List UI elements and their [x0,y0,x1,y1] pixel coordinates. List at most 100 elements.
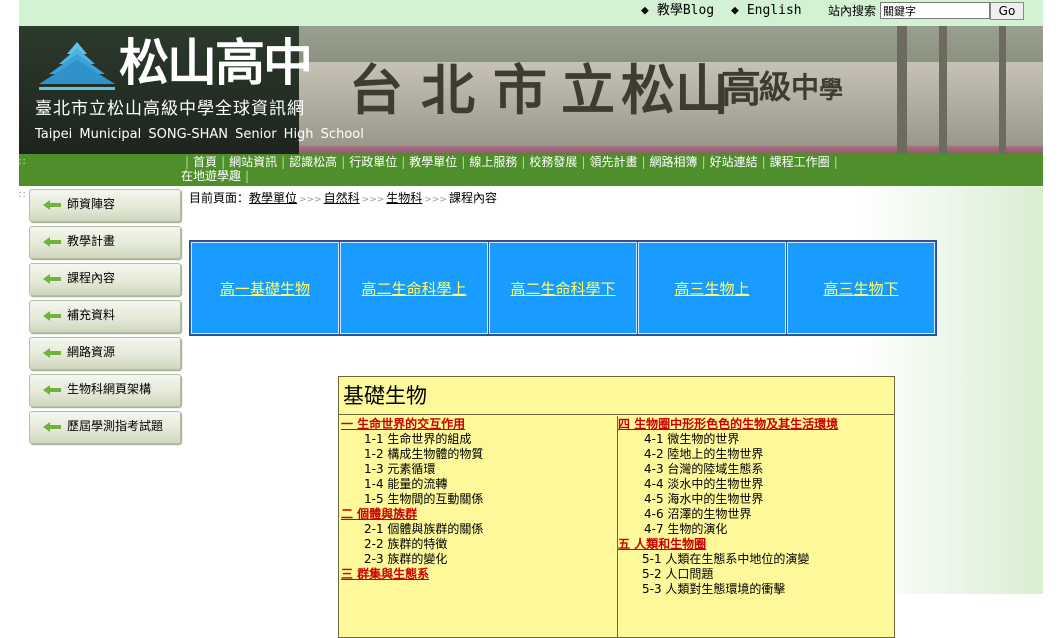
section-item: 1-4 能量的流轉 [364,477,448,491]
course-outline: 基礎生物 一 生命世界的交互作用 1-1 生命世界的組成 1-2 構成生物體的物… [338,376,895,638]
chapter-heading: 三 群集與生態系 [341,567,430,581]
sidebar-item-site-structure[interactable]: 生物科網頁架構 [29,374,181,407]
teaching-blog-label: 教學Blog [656,3,715,18]
nav-item-album[interactable]: 網路相簿 [650,155,698,169]
sidebar-item-label: 師資陣容 [67,197,116,211]
tab-cell: 高三生物上 [638,242,786,334]
nav-separator: | [221,155,226,169]
nav-item-curriculum[interactable]: 課程工作圈 [770,155,830,169]
section-item: 4-1 微生物的世界 [644,432,740,446]
banner-full-name: 臺北市立松山高級中學全球資訊網 [35,99,305,119]
search-input[interactable] [880,2,990,19]
nav-item-admin[interactable]: 行政單位 [349,155,397,169]
breadcrumb-separator: >>> [424,195,447,205]
nav-item-site-info[interactable]: 網站資訊 [229,155,277,169]
photo-text-char: 級 [759,68,792,106]
section-item: 2-2 族群的特徵 [364,537,448,551]
sidebar-item-course-content[interactable]: 課程內容 [29,263,181,296]
photo-tree [939,26,947,154]
nav-item-home[interactable]: 首頁 [193,155,217,169]
arrow-left-icon [43,311,61,321]
sidebar-item-label: 課程內容 [67,271,116,285]
section-item: 4-3 台灣的陸域生態系 [644,462,764,476]
sidebar-item-supplementary[interactable]: 補充資料 [29,300,181,333]
nav-item-development[interactable]: 校務發展 [529,155,577,169]
english-link[interactable]: ◆ English [731,3,802,19]
sidebar-item-teaching-plan[interactable]: 教學計畫 [29,226,181,259]
photo-text-char: 松 [621,58,675,122]
section-item: 4-6 沼澤的生物世界 [644,507,752,521]
photo-text-char: 高 [721,65,761,112]
section-item: 4-7 生物的演化 [644,522,728,536]
photo-text-char: 市 [493,58,547,122]
nav-separator: | [281,155,286,169]
nav-separator: | [245,169,250,183]
arrow-left-icon [43,200,61,210]
chapter-heading: 二 個體與族群 [341,507,418,521]
nav-separator: | [341,155,346,169]
nav-separator: | [581,155,586,169]
nav-item-local-study[interactable]: 在地遊學趣 [181,169,241,183]
photo-text-char: 北 [421,58,475,122]
teaching-blog-link[interactable]: ◆ 教學Blog [641,3,714,19]
main-nav: ∷ | 首頁 | 網站資訊 | 認識松高 | 行政單位 | 教學單位 | 線上服務 | 校務發展 | 領先計畫… [19,154,1043,186]
nav-item-leading-plan[interactable]: 領先計畫 [589,155,637,169]
arrow-left-icon [43,422,61,432]
breadcrumb-current: 課程內容 [448,191,497,205]
nav-list: | 首頁 | 網站資訊 | 認識松高 | 行政單位 | 教學單位 | 線上服務 | 校務發展 | 領先計畫 | 網… [181,155,881,183]
photo-text-char: 學 [819,75,843,104]
banner-photo: 台 北 市 立 松 山 高 級 中 學 [299,26,1043,154]
tab-life-science-1[interactable]: 高二生命科學上 [361,278,466,299]
arrow-left-icon [43,274,61,284]
nav-dots: ∷ [19,157,26,168]
nav-separator: | [833,155,838,169]
section-item: 4-2 陸地上的生物世界 [644,447,764,461]
breadcrumb-prefix: 目前頁面： [189,191,250,205]
nav-separator: | [401,155,406,169]
sidebar-item-past-exams[interactable]: 歷屆學測指考試題 [29,411,181,444]
tab-cell: 高二生命科學下 [489,242,637,334]
breadcrumb-separator: >>> [299,195,322,205]
nav-separator: | [521,155,526,169]
breadcrumb-science[interactable]: 自然科 [324,191,360,205]
tab-biology-3-2[interactable]: 高三生物下 [823,278,898,299]
diamond-bullet-icon: ◆ [731,3,739,18]
sidebar-item-label: 補充資料 [67,308,116,322]
breadcrumb-separator: >>> [361,195,385,205]
sidebar: 師資陣容 教學計畫 課程內容 補充資料 網路資源 生物科網頁架構 歷屆學測指考試… [29,189,181,448]
section-item: 4-5 海水中的生物世界 [644,492,764,506]
tab-life-science-2[interactable]: 高二生命科學下 [510,278,615,299]
section-item: 5-3 人類對生態環境的衝擊 [642,582,786,596]
section-item: 2-1 個體與族群的關係 [364,522,484,536]
chapter-heading: 五 人類和生物圈 [618,537,707,551]
section-item: 5-1 人類在生態系中地位的演變 [642,552,810,566]
school-logo-icon [39,42,115,90]
section-item: 2-3 族群的變化 [364,552,448,566]
sidebar-item-faculty[interactable]: 師資陣容 [29,189,181,222]
go-button[interactable]: Go [990,2,1024,20]
nav-item-teaching[interactable]: 教學單位 [409,155,457,169]
section-item: 1-2 構成生物體的物質 [364,447,484,461]
photo-tree [999,26,1006,154]
breadcrumb-teaching-units[interactable]: 教學單位 [249,191,297,205]
nav-item-about[interactable]: 認識松高 [289,155,337,169]
nav-item-online[interactable]: 線上服務 [469,155,517,169]
breadcrumb-biology[interactable]: 生物科 [386,191,422,205]
tab-cell: 高一基礎生物 [191,242,339,334]
english-label: English [746,3,802,18]
tab-cell: 高三生物下 [787,242,935,334]
nav-item-links[interactable]: 好站連結 [710,155,758,169]
arrow-left-icon [43,385,61,395]
sidebar-item-label: 歷屆學測指考試題 [67,419,164,433]
banner-logo-text: 松山高中 [119,33,313,92]
nav-separator: | [461,155,466,169]
section-item: 4-4 淡水中的生物世界 [644,477,764,491]
section-item: 1-1 生命世界的組成 [364,432,472,446]
banner: 台 北 市 立 松 山 高 級 中 學 松山高中 臺北市立松山高級中學全球資訊網… [19,26,1043,154]
diamond-bullet-icon: ◆ [641,3,649,18]
nav-separator: | [641,155,646,169]
tab-basic-biology[interactable]: 高一基礎生物 [220,278,310,299]
sidebar-item-web-resources[interactable]: 網路資源 [29,337,181,370]
sidebar-dots: ∷ [19,190,26,201]
tab-biology-3-1[interactable]: 高三生物上 [674,278,749,299]
